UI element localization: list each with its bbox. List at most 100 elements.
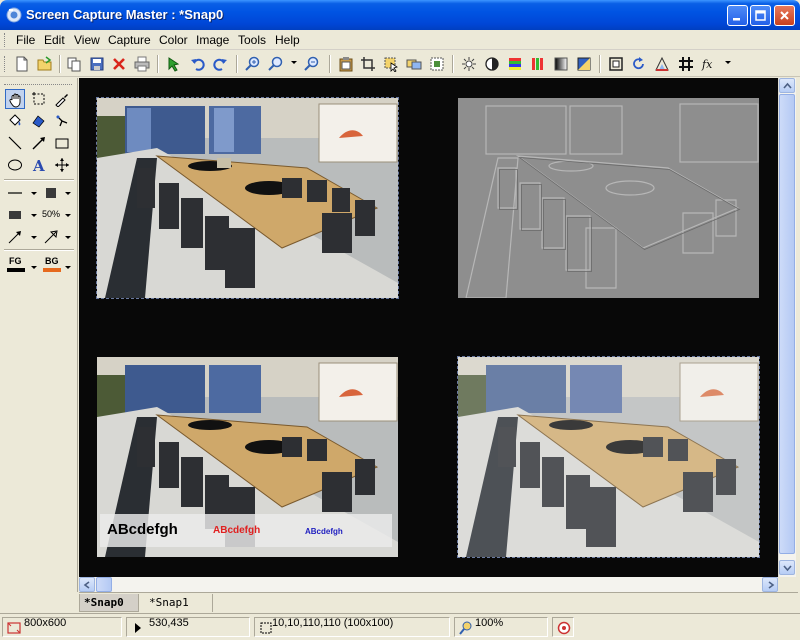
menubar-grip[interactable] bbox=[4, 33, 7, 47]
sharpen-icon[interactable] bbox=[676, 54, 696, 74]
menu-color[interactable]: Color bbox=[159, 33, 188, 47]
move-tool-icon[interactable] bbox=[52, 155, 72, 175]
gradient-icon[interactable] bbox=[551, 54, 571, 74]
zoom-out-icon[interactable] bbox=[302, 54, 322, 74]
arrow-style-icon[interactable] bbox=[5, 227, 25, 247]
toolbar-separator bbox=[236, 55, 238, 73]
color-balance-icon[interactable] bbox=[505, 54, 525, 74]
horizontal-scroll-thumb[interactable] bbox=[96, 577, 112, 592]
conference-room-emboss-image bbox=[458, 98, 759, 298]
fill-style-icon[interactable] bbox=[41, 183, 61, 203]
horizontal-scrollbar[interactable] bbox=[79, 577, 778, 592]
save-icon[interactable] bbox=[87, 54, 107, 74]
print-icon[interactable] bbox=[132, 54, 152, 74]
layers-icon[interactable] bbox=[404, 54, 424, 74]
marquee-select-icon[interactable] bbox=[29, 89, 49, 109]
shape-style-icon[interactable] bbox=[5, 205, 25, 225]
vertical-scroll-thumb[interactable] bbox=[779, 94, 795, 554]
status-pane-stop[interactable] bbox=[552, 617, 574, 637]
menu-help[interactable]: Help bbox=[275, 33, 300, 47]
new-icon[interactable] bbox=[12, 54, 32, 74]
zoom-dropdown-icon[interactable] bbox=[266, 54, 286, 74]
opacity-label: 50% bbox=[42, 209, 61, 219]
brightness-icon[interactable] bbox=[459, 54, 479, 74]
maximize-button[interactable] bbox=[750, 5, 771, 26]
menu-edit[interactable]: Edit bbox=[44, 33, 65, 47]
effects-icon[interactable] bbox=[427, 54, 447, 74]
zoom-in-icon[interactable] bbox=[243, 54, 263, 74]
paste-icon[interactable] bbox=[336, 54, 356, 74]
stamp-icon[interactable] bbox=[29, 111, 49, 131]
fill-style-dropdown-arrow[interactable] bbox=[65, 192, 71, 195]
bg-color-swatch[interactable] bbox=[43, 268, 61, 272]
line-tool-icon[interactable] bbox=[5, 133, 25, 153]
text-tool-icon[interactable]: A bbox=[29, 155, 49, 175]
scroll-right-button[interactable] bbox=[762, 577, 778, 592]
image-size-icon bbox=[7, 622, 21, 634]
ellipse-tool-icon[interactable] bbox=[5, 155, 25, 175]
main-toolbar: fx bbox=[0, 51, 800, 77]
menu-view[interactable]: View bbox=[74, 33, 100, 47]
fg-color-swatch[interactable] bbox=[7, 268, 25, 272]
crop-icon[interactable] bbox=[358, 54, 378, 74]
invert-icon[interactable] bbox=[574, 54, 594, 74]
redo-icon[interactable] bbox=[210, 54, 230, 74]
bg-color-dropdown-arrow[interactable] bbox=[65, 266, 71, 269]
shape-style-dropdown-arrow[interactable] bbox=[31, 214, 37, 217]
snap-emboss[interactable] bbox=[458, 98, 759, 298]
menu-capture[interactable]: Capture bbox=[108, 33, 151, 47]
scroll-left-button[interactable] bbox=[79, 577, 95, 592]
menu-tools[interactable]: Tools bbox=[238, 33, 266, 47]
replace-color-icon[interactable] bbox=[52, 111, 72, 131]
vertical-scrollbar[interactable] bbox=[778, 78, 796, 577]
toolpanel-grip[interactable] bbox=[4, 84, 72, 87]
menu-image[interactable]: Image bbox=[196, 33, 229, 47]
line-style-dropdown-arrow[interactable] bbox=[31, 192, 37, 195]
image-canvas[interactable]: ABcdefgh ABcdefgh ABcdefgh bbox=[79, 78, 778, 577]
rectangle-tool-icon[interactable] bbox=[52, 133, 72, 153]
select-icon[interactable] bbox=[381, 54, 401, 74]
delete-icon[interactable] bbox=[109, 54, 129, 74]
tab-snap1[interactable]: *Snap1 bbox=[145, 594, 213, 612]
toolbar-separator bbox=[157, 55, 159, 73]
frame-icon[interactable] bbox=[606, 54, 626, 74]
fill-bucket-icon[interactable] bbox=[5, 111, 25, 131]
title-bar[interactable]: Screen Capture Master : *Snap0 bbox=[0, 0, 800, 30]
menu-file[interactable]: File bbox=[16, 33, 35, 47]
contrast-icon[interactable] bbox=[482, 54, 502, 74]
arrow-head-dropdown-arrow[interactable] bbox=[65, 236, 71, 239]
line-style-icon[interactable] bbox=[5, 183, 25, 203]
rotate-icon[interactable] bbox=[629, 54, 649, 74]
zoom-dropdown-arrow[interactable] bbox=[291, 61, 297, 64]
fg-label: FG bbox=[9, 256, 22, 266]
scroll-down-button[interactable] bbox=[779, 560, 795, 575]
tab-snap0[interactable]: *Snap0 bbox=[79, 594, 139, 612]
hand-icon[interactable] bbox=[5, 89, 25, 109]
snap-original[interactable] bbox=[96, 97, 399, 299]
perspective-icon[interactable] bbox=[652, 54, 672, 74]
arrow-tool-icon[interactable] bbox=[29, 133, 49, 153]
opacity-dropdown-arrow[interactable] bbox=[65, 214, 71, 217]
snap-with-text[interactable]: ABcdefgh ABcdefgh ABcdefgh bbox=[97, 357, 398, 557]
levels-icon[interactable] bbox=[528, 54, 548, 74]
status-image-size: 800x600 bbox=[24, 617, 67, 629]
status-zoom: 100% bbox=[475, 617, 504, 629]
function-icon[interactable]: fx bbox=[699, 54, 719, 74]
eyedropper-icon[interactable] bbox=[52, 89, 72, 109]
snap-faded[interactable] bbox=[457, 356, 760, 558]
undo-icon[interactable] bbox=[188, 54, 208, 74]
copy-icon[interactable] bbox=[64, 54, 84, 74]
minimize-button[interactable] bbox=[727, 5, 748, 26]
scroll-up-button[interactable] bbox=[779, 78, 795, 93]
svg-text:fx: fx bbox=[701, 58, 713, 71]
function-dropdown-arrow[interactable] bbox=[725, 61, 731, 64]
toolbar-grip[interactable] bbox=[4, 56, 7, 72]
fg-color-dropdown-arrow[interactable] bbox=[31, 266, 37, 269]
app-icon[interactable] bbox=[6, 7, 22, 23]
arrow-head-icon[interactable] bbox=[41, 227, 61, 247]
arrow-style-dropdown-arrow[interactable] bbox=[31, 236, 37, 239]
close-button[interactable] bbox=[774, 5, 795, 26]
capture-icon[interactable] bbox=[164, 54, 184, 74]
menu-bar: File Edit View Capture Color Image Tools… bbox=[0, 30, 800, 50]
open-icon[interactable] bbox=[35, 54, 55, 74]
